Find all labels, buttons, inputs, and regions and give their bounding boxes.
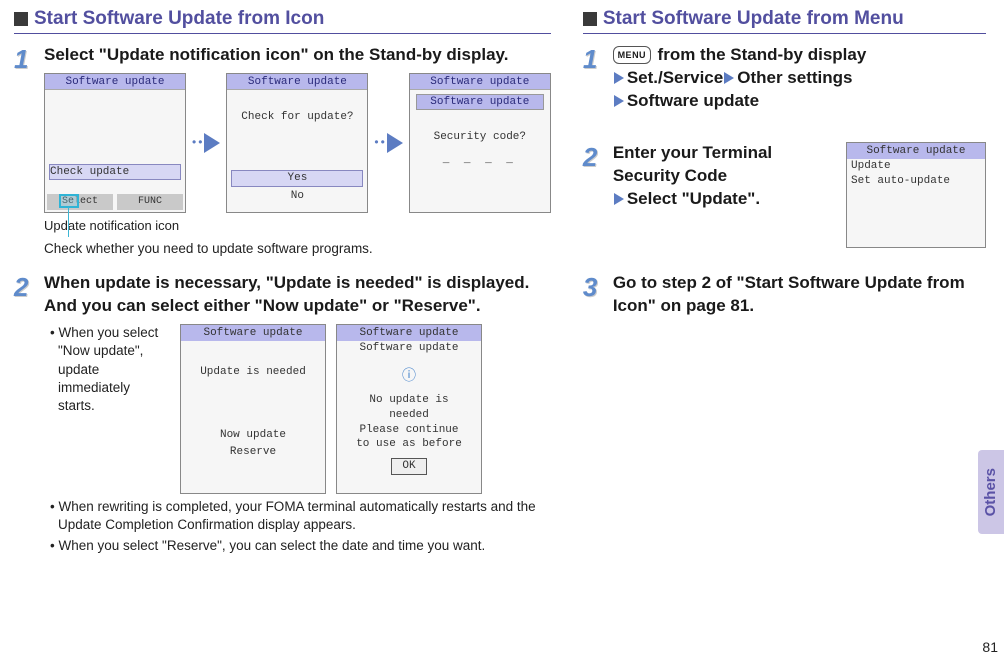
side-tab-label: Others: [981, 468, 1001, 516]
shot-title: Software update: [181, 325, 325, 341]
arrow-1: ••: [192, 133, 220, 153]
shot-row: Check update: [49, 164, 181, 181]
chevron-right-icon: [724, 72, 734, 84]
nav-set-service: Set./Service: [627, 68, 723, 87]
right-step3-main: Go to step 2 of "Start Software Update f…: [613, 272, 986, 318]
shot-subtitle: Software update: [337, 341, 481, 356]
right-step-2: 2 Enter your Terminal Security Code Sele…: [583, 142, 986, 248]
right-step2-l1: Enter your Terminal Security Code: [613, 143, 772, 185]
left-step1-main: Select "Update notification icon" on the…: [44, 44, 551, 67]
step-number: 2: [583, 142, 613, 248]
right-step2-l2: Select "Update".: [627, 189, 760, 208]
heading-square: [583, 12, 597, 26]
heading-left-text: Start Software Update from Icon: [34, 6, 324, 32]
shot-line: Check for update?: [227, 90, 367, 129]
shot-l3: Please continue: [337, 423, 481, 438]
shot-row-update: Update: [847, 159, 985, 174]
screenshot-update-menu: Software update Update Set auto-update: [846, 142, 986, 248]
shot-title: Software update: [410, 74, 550, 90]
left-step-1: 1 Select "Update notification icon" on t…: [14, 44, 551, 259]
shot-title: Software update: [337, 325, 481, 341]
right-step-1: 1 MENU from the Stand-by display Set./Se…: [583, 44, 986, 119]
step-number: 1: [14, 44, 44, 259]
left-step1-shots: Software update Check update Select FUNC…: [44, 73, 551, 213]
shot-title: Software update: [847, 143, 985, 159]
right-step2-main: Enter your Terminal Security Code Select…: [613, 142, 832, 242]
shot-ok: OK: [391, 458, 426, 475]
step-number: 1: [583, 44, 613, 119]
nav-other-settings: Other settings: [737, 68, 852, 87]
bullet-reserve: When you select "Reserve", you can selec…: [58, 537, 551, 555]
right-step-3: 3 Go to step 2 of "Start Software Update…: [583, 272, 986, 324]
shot-btn-func: FUNC: [117, 194, 183, 210]
shot-line: Security code?: [410, 110, 550, 149]
icon-caption: Update notification icon: [44, 217, 551, 235]
heading-right: Start Software Update from Menu: [583, 6, 986, 34]
screenshot-check-for-update: Software update Check for update? Yes No: [226, 73, 368, 213]
left-step2-main: When update is necessary, "Update is nee…: [44, 272, 551, 318]
heading-right-text: Start Software Update from Menu: [603, 6, 904, 32]
shot-opt-now: Now update: [181, 428, 325, 443]
shot-line: Update is needed: [181, 341, 325, 380]
shot-l1: No update is: [337, 387, 481, 408]
shot-opt-reserve: Reserve: [185, 445, 321, 460]
left-step2-bullets-rest: When rewriting is completed, your FOMA t…: [50, 498, 551, 555]
left-step1-note: Check whether you need to update softwar…: [44, 240, 551, 258]
screenshot-no-update: Software update Software update ⓘ No upd…: [336, 324, 482, 494]
left-step-2: 2 When update is necessary, "Update is n…: [14, 272, 551, 557]
screenshot-update-needed: Software update Update is needed Now upd…: [180, 324, 326, 494]
menu-icon: MENU: [613, 46, 651, 64]
right-step1-t1: from the Stand-by display: [653, 45, 866, 64]
shot-row-auto: Set auto-update: [847, 174, 985, 189]
nav-software-update: Software update: [627, 91, 759, 110]
step-number: 2: [14, 272, 44, 557]
arrow-2: ••: [374, 133, 402, 153]
heading-left: Start Software Update from Icon: [14, 6, 551, 34]
shot-title: Software update: [45, 74, 185, 90]
heading-square: [14, 12, 28, 26]
leader-line-v: [68, 207, 69, 237]
shot-subtitle: Software update: [416, 94, 544, 111]
shot-mask: _ _ _ _: [410, 149, 550, 172]
shot-title: Software update: [227, 74, 367, 90]
right-step1-main: MENU from the Stand-by display Set./Serv…: [613, 44, 986, 113]
screenshot-check-update: Software update Check update Select FUNC: [44, 73, 186, 213]
update-notification-icon: [59, 194, 79, 208]
chevron-right-icon: [614, 95, 624, 107]
step-number: 3: [583, 272, 613, 324]
bullet-rewriting: When rewriting is completed, your FOMA t…: [58, 498, 551, 534]
screenshot-security-code: Software update Software update Security…: [409, 73, 551, 213]
shot-btn-select: Select: [47, 194, 113, 210]
side-tab-others: Others: [978, 450, 1004, 534]
bullet-now-update: When you select "Now update", update imm…: [58, 324, 170, 415]
shot-l4: to use as before: [337, 437, 481, 452]
chevron-right-icon: [614, 193, 624, 205]
shot-no: No: [231, 189, 363, 204]
chevron-right-icon: [614, 72, 624, 84]
shot-yes: Yes: [231, 170, 363, 187]
shot-l2: needed: [337, 408, 481, 423]
page-number: 81: [982, 638, 998, 657]
left-step2-bullet-short: When you select "Now update", update imm…: [50, 324, 170, 494]
